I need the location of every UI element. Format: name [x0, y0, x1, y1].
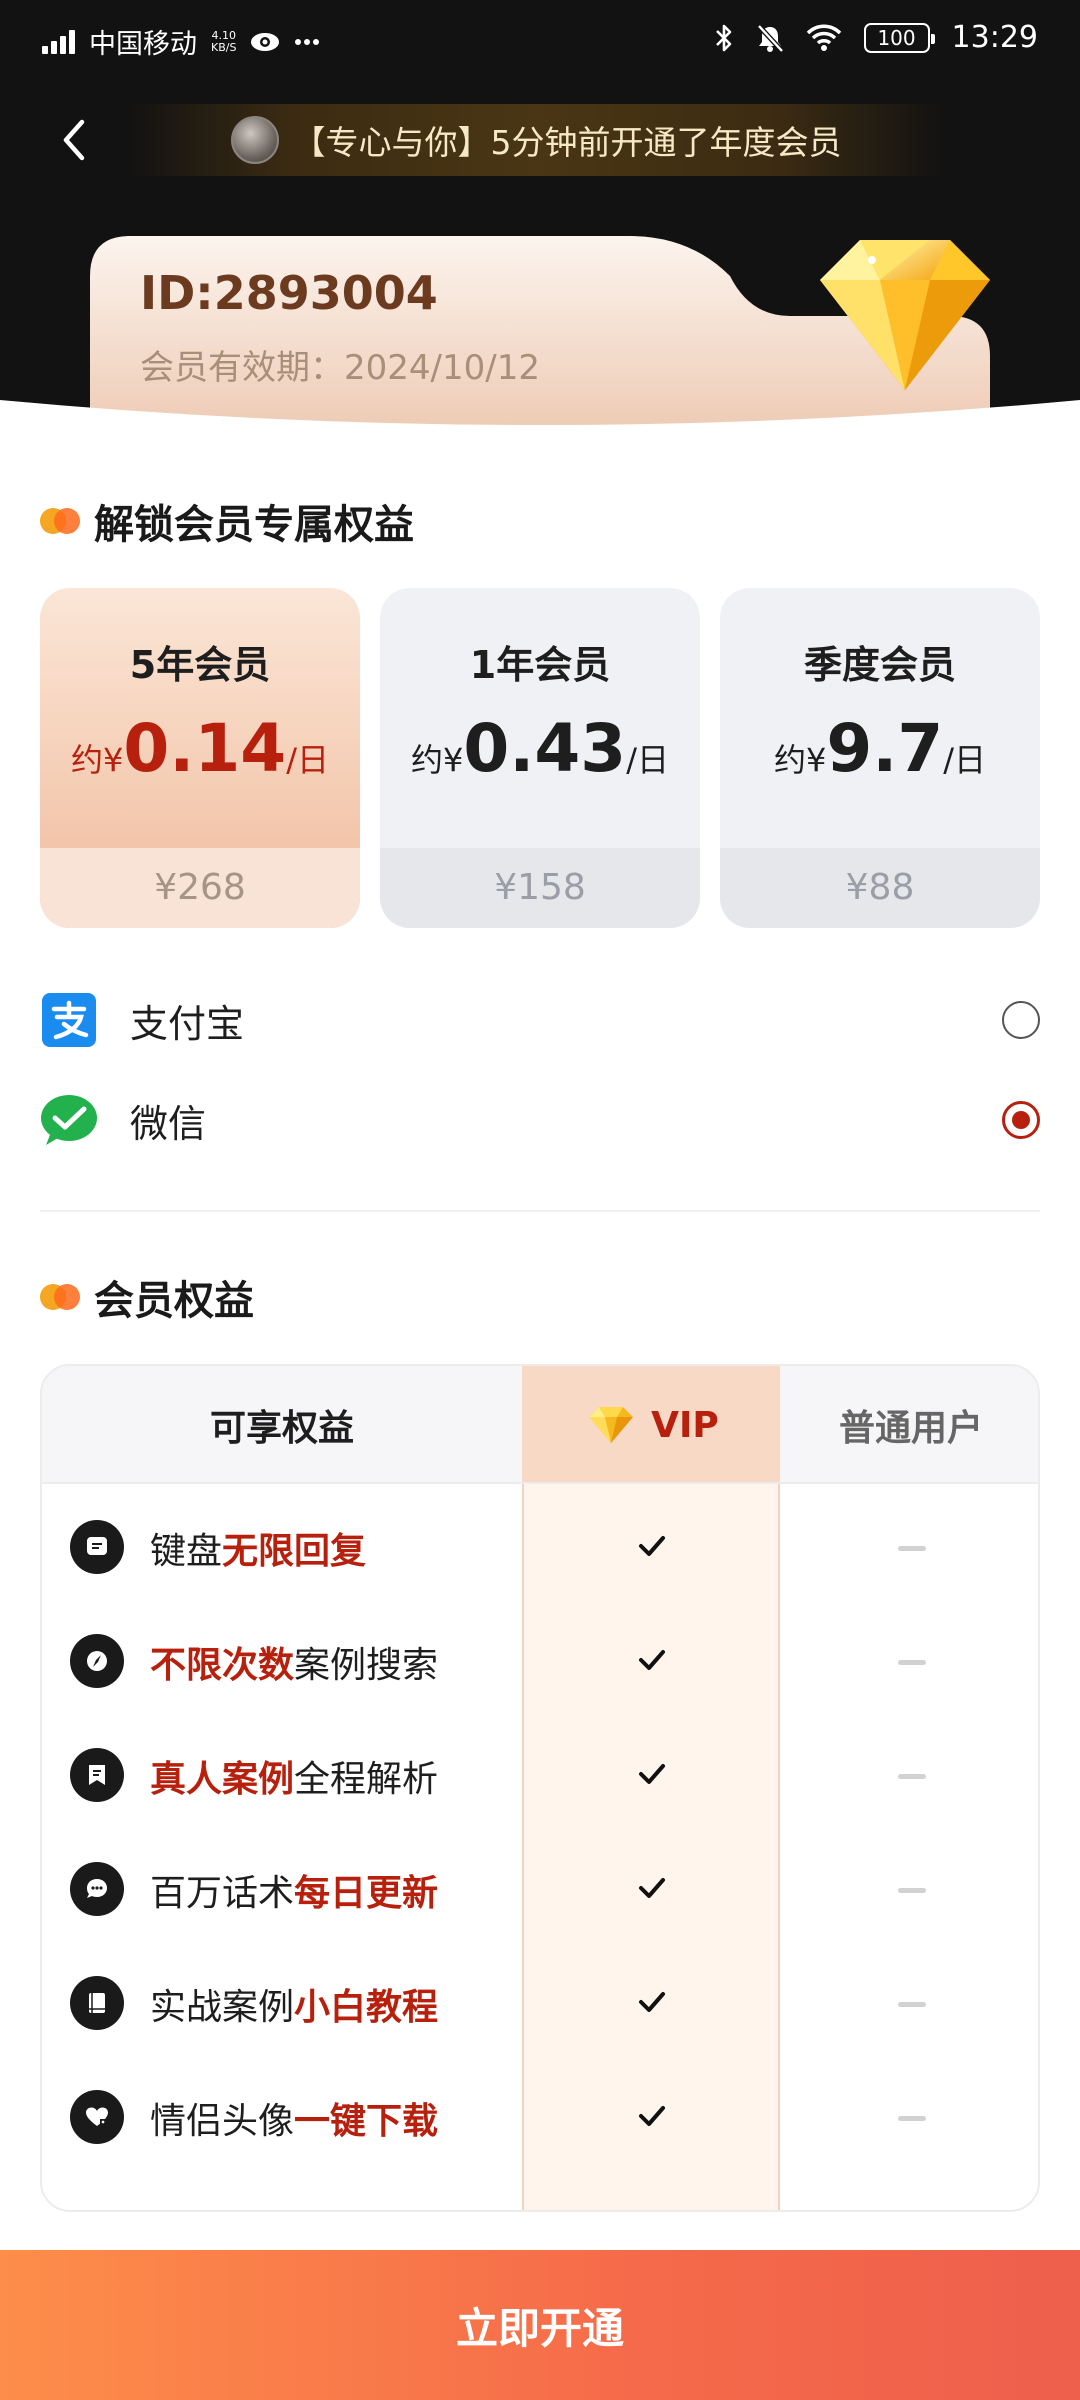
section-marker-icon: [40, 508, 80, 534]
dash-icon: [898, 2002, 926, 2007]
carrier-name: 中国移动: [89, 29, 197, 60]
member-id: ID:2893004: [140, 266, 438, 320]
payment-label: 支付宝: [130, 1001, 245, 1046]
benefit-row: 不限次数案例搜索: [42, 1604, 1038, 1718]
check-icon: [639, 1878, 665, 1898]
section-marker-icon: [40, 1284, 80, 1310]
avatar: [230, 116, 279, 164]
compass-icon: [70, 1634, 124, 1688]
column-header-vip: VIP: [522, 1366, 780, 1484]
benefit-row: 实战案例小白教程: [42, 1946, 1038, 2060]
dash-icon: [898, 1660, 926, 1665]
benefit-row: 百万话术每日更新: [42, 1832, 1038, 1946]
benefit-text: 不限次数案例搜索: [150, 1645, 439, 1686]
payment-option-wechat[interactable]: 微信: [40, 1080, 1040, 1160]
benefits-section-title: 会员权益: [40, 1268, 254, 1326]
divider: [42, 1482, 1038, 1484]
notice-text: 【专心与你】5分钟前开通了年度会员: [292, 123, 842, 162]
book-icon: [70, 1976, 124, 2030]
network-speed: 4.10 KB/S: [211, 28, 237, 54]
plan-name: 5年会员: [129, 643, 271, 687]
plan-options: 5年会员 约¥0.14/日 ¥268 1年会员 约¥0.43/日 ¥158 季度…: [40, 588, 1040, 928]
payment-option-alipay[interactable]: 支付宝: [40, 980, 1040, 1060]
plan-card-quarterly[interactable]: 季度会员 约¥9.7/日 ¥88: [720, 588, 1040, 928]
status-bar: 中国移动 4.10 KB/S 100 13:29: [0, 0, 1080, 78]
benefit-text: 百万话术每日更新: [150, 1873, 439, 1914]
clock: 13:29: [951, 20, 1038, 55]
back-button[interactable]: [52, 112, 98, 168]
plan-daily-price: 约¥9.7/日: [773, 710, 987, 787]
chat-bubble-icon: [70, 1862, 124, 1916]
plan-total-price: ¥158: [380, 848, 700, 928]
battery-indicator: 100: [863, 22, 935, 53]
dash-icon: [898, 1774, 926, 1779]
benefit-row: 键盘无限回复: [42, 1490, 1038, 1604]
wechat-radio[interactable]: [1002, 1101, 1040, 1139]
mute-bell-icon: [756, 23, 784, 53]
check-icon: [639, 1764, 665, 1784]
divider: [40, 1210, 1040, 1212]
heart-icon: [70, 2090, 124, 2144]
eye-icon: [251, 32, 280, 51]
header-curve: [0, 400, 1080, 460]
benefit-row: 情侣头像一键下载: [42, 2060, 1038, 2174]
chevron-left-icon: [63, 119, 85, 161]
alipay-icon: [42, 993, 96, 1047]
wechat-icon: [41, 1095, 97, 1145]
plan-daily-price: 约¥0.14/日: [70, 710, 329, 787]
dash-icon: [898, 2116, 926, 2121]
activate-now-button[interactable]: 立即开通: [0, 2250, 1080, 2400]
document-icon: [70, 1748, 124, 1802]
diamond-icon: [589, 1407, 634, 1443]
check-icon: [639, 1536, 665, 1556]
check-icon: [639, 2106, 665, 2126]
plan-name: 1年会员: [469, 643, 611, 687]
benefit-text: 实战案例小白教程: [150, 1987, 439, 2028]
signal-icon: [42, 29, 75, 54]
plan-total-price: ¥268: [40, 848, 360, 928]
dash-icon: [898, 1888, 926, 1893]
dash-icon: [898, 1546, 926, 1551]
recent-purchase-notice: 【专心与你】5分钟前开通了年度会员: [128, 104, 944, 176]
benefit-text: 真人案例全程解析: [150, 1759, 439, 1800]
plan-total-price: ¥88: [720, 848, 1040, 928]
diamond-icon: [820, 240, 990, 390]
message-icon: [70, 1520, 124, 1574]
column-header-benefit: 可享权益: [42, 1366, 522, 1484]
plan-name: 季度会员: [803, 643, 956, 687]
benefits-table: 可享权益 VIP 普通用户 键盘无限回复 不限次数案例搜索 真人案例全程解析 百…: [40, 1364, 1040, 2212]
check-icon: [639, 1650, 665, 1670]
plan-daily-price: 约¥0.43/日: [410, 710, 669, 787]
more-icon: [295, 38, 320, 45]
payment-label: 微信: [130, 1101, 207, 1146]
plans-section-title: 解锁会员专属权益: [40, 492, 414, 550]
benefit-row: 真人案例全程解析: [42, 1718, 1038, 1832]
plan-card-5-year[interactable]: 5年会员 约¥0.14/日 ¥268: [40, 588, 360, 928]
bluetooth-icon: [715, 24, 731, 51]
alipay-radio[interactable]: [1002, 1001, 1040, 1039]
column-header-regular-user: 普通用户: [780, 1366, 1038, 1484]
check-icon: [639, 1992, 665, 2012]
plan-card-1-year[interactable]: 1年会员 约¥0.43/日 ¥158: [380, 588, 700, 928]
benefit-text: 情侣头像一键下载: [150, 2101, 439, 2142]
benefit-text: 键盘无限回复: [150, 1531, 367, 1572]
wifi-icon: [806, 24, 841, 51]
